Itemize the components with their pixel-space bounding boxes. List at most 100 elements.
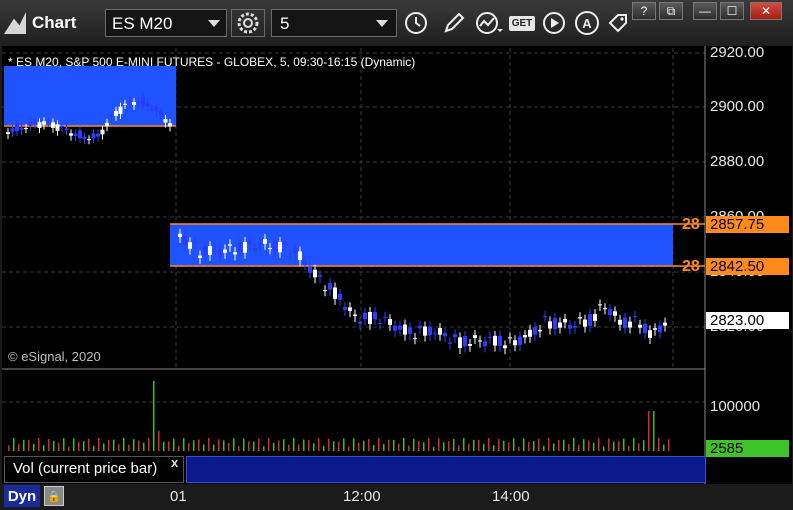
volume-bar xyxy=(643,440,645,451)
volume-bar xyxy=(258,438,260,451)
volume-bar xyxy=(308,440,310,451)
candle-body xyxy=(633,316,637,318)
volume-bar xyxy=(113,439,115,451)
candle-body xyxy=(588,314,592,326)
candle-body xyxy=(583,319,587,327)
volume-bar xyxy=(33,443,35,451)
level-label-upper: 28 xyxy=(682,216,700,233)
candle-body xyxy=(288,253,292,255)
candle-body xyxy=(463,336,467,347)
volume-bar xyxy=(433,446,435,451)
volume-bar xyxy=(273,442,275,451)
volume-bar xyxy=(513,438,515,451)
candle-body xyxy=(15,123,19,132)
price-chart[interactable] xyxy=(0,0,793,510)
candle-body xyxy=(183,235,187,246)
volume-bar xyxy=(8,445,10,451)
volume-bar xyxy=(148,438,150,451)
time-axis-label: 12:00 xyxy=(343,488,381,505)
candle-body xyxy=(468,343,472,346)
candle-body xyxy=(64,128,69,131)
volume-bar xyxy=(223,440,225,451)
volume-bar xyxy=(68,446,70,451)
volume-bar xyxy=(118,444,120,451)
candle-body xyxy=(623,317,627,328)
volume-bar xyxy=(53,440,55,451)
candle-body xyxy=(598,304,602,306)
candle-body xyxy=(458,337,462,348)
volume-bar xyxy=(183,438,185,451)
volume-bar xyxy=(503,440,505,451)
volume-study-label[interactable]: Vol (current price bar) xyxy=(4,456,184,483)
volume-bar xyxy=(583,439,585,451)
candle-body xyxy=(658,325,662,333)
candle-body xyxy=(603,308,607,310)
volume-bar xyxy=(628,445,630,451)
close-icon[interactable]: x xyxy=(171,455,178,470)
volume-bar xyxy=(533,441,535,451)
candle-body xyxy=(263,238,267,244)
candle-body xyxy=(343,307,347,310)
volume-bar xyxy=(353,438,355,451)
time-axis-label: 14:00 xyxy=(492,488,530,505)
volume-bar xyxy=(313,443,315,451)
candle-body xyxy=(563,318,567,323)
volume-bar xyxy=(483,443,485,451)
candle-body xyxy=(433,333,437,335)
volume-bar xyxy=(638,443,640,451)
volume-bar xyxy=(603,446,605,451)
candle-body xyxy=(159,110,163,116)
chart-title: * ES M20, S&P 500 E-MINI FUTURES - GLOBE… xyxy=(8,55,416,69)
candle-body xyxy=(193,241,197,243)
volume-bar xyxy=(338,441,340,451)
lock-icon[interactable]: 🔒 xyxy=(44,486,64,506)
volume-bar xyxy=(393,439,395,451)
candle-body xyxy=(513,340,517,346)
candle-body xyxy=(238,242,242,253)
candle-body xyxy=(228,244,232,246)
candle-body xyxy=(333,287,337,299)
volume-bar xyxy=(423,442,425,451)
candle-body xyxy=(87,139,91,141)
candle-body xyxy=(328,283,332,290)
dynamic-button[interactable]: Dyn xyxy=(4,485,40,507)
volume-bar xyxy=(268,438,270,451)
zone-prior xyxy=(4,66,176,126)
candle-body xyxy=(96,133,100,137)
candle-body xyxy=(243,242,247,253)
volume-bar xyxy=(578,444,580,451)
candle-body xyxy=(538,329,542,332)
volume-bar xyxy=(398,443,400,451)
volume-bar xyxy=(88,438,90,451)
candle-body xyxy=(503,345,507,349)
volume-bar xyxy=(178,445,180,451)
candle-body xyxy=(643,323,647,334)
candle-body xyxy=(258,242,262,244)
volume-bar xyxy=(263,446,265,451)
volume-bar xyxy=(83,441,85,451)
candle-body xyxy=(568,324,572,329)
candle-body xyxy=(493,335,497,346)
candle-body xyxy=(51,122,55,128)
volume-bar xyxy=(663,444,665,451)
volume-bar xyxy=(103,443,105,451)
level-price-tag-lower: 2842.50 xyxy=(706,258,789,275)
candle-body xyxy=(523,335,527,338)
volume-bar xyxy=(28,439,30,451)
candle-body xyxy=(403,324,407,335)
candle-body xyxy=(163,118,168,123)
candle-body xyxy=(73,133,78,137)
volume-bar xyxy=(48,439,50,451)
candle-body xyxy=(373,312,377,320)
volume-bar xyxy=(518,446,520,451)
volume-bar xyxy=(343,438,345,451)
candle-body xyxy=(233,252,237,255)
volume-bar xyxy=(203,444,205,451)
volume-bar xyxy=(598,438,600,451)
volume-bar xyxy=(458,445,460,451)
volume-bar xyxy=(368,439,370,451)
candle-body xyxy=(178,233,182,237)
candle-body xyxy=(283,241,287,245)
candle-body xyxy=(553,317,557,330)
volume-bars xyxy=(8,381,670,451)
